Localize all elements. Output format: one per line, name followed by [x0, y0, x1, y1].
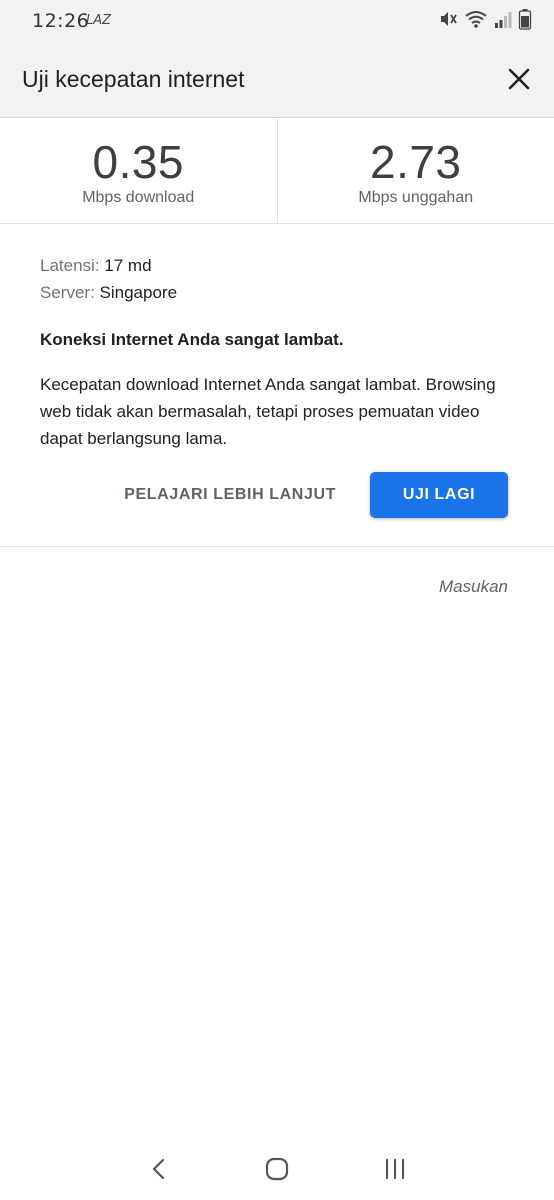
mute-icon: [438, 9, 458, 34]
page-title: Uji kecepatan internet: [22, 66, 245, 92]
system-nav-bar: [0, 1138, 554, 1200]
speed-results: 0.35 Mbps download 2.73 Mbps unggahan: [0, 119, 554, 224]
upload-speed-value: 2.73: [369, 136, 462, 188]
learn-more-button[interactable]: PELAJARI LEBIH LANJUT: [124, 486, 336, 504]
status-time: 12:26: [32, 10, 90, 32]
signal-icon: [494, 9, 512, 34]
back-icon: [152, 1158, 165, 1180]
download-speed-unit: Mbps download: [82, 189, 195, 206]
speed-verdict: Koneksi Internet Anda sangat lambat.: [40, 330, 344, 349]
close-icon: [508, 68, 530, 90]
latency-value: 17 md: [104, 256, 152, 275]
download-result: 0.35 Mbps download: [0, 119, 277, 223]
battery-icon: [518, 8, 532, 35]
feedback-link[interactable]: Masukan: [439, 577, 508, 597]
close-button[interactable]: [504, 64, 534, 94]
status-bar: 12:26 LAZ: [0, 0, 554, 42]
back-button[interactable]: [129, 1144, 189, 1194]
status-icons: [438, 8, 532, 35]
home-icon: [265, 1157, 289, 1181]
app-header: Uji kecepatan internet: [0, 42, 554, 118]
home-button[interactable]: [247, 1144, 307, 1194]
speed-description: Kecepatan download Internet Anda sangat …: [40, 375, 496, 448]
wifi-icon: [464, 9, 488, 34]
server-label: Server:: [40, 283, 95, 302]
recents-icon: [385, 1158, 405, 1180]
download-speed-value: 0.35: [92, 136, 185, 188]
upload-speed-unit: Mbps unggahan: [358, 189, 474, 206]
server-value: Singapore: [99, 283, 178, 302]
upload-result: 2.73 Mbps unggahan: [276, 119, 554, 223]
retest-button[interactable]: UJI LAGI: [370, 472, 508, 518]
section-divider: [0, 546, 554, 547]
result-details: Latensi: 17 md Server: Singapore Koneksi…: [0, 224, 554, 452]
latency-label: Latensi:: [40, 256, 100, 275]
status-app-indicator: LAZ: [86, 13, 112, 28]
latency-row: Latensi: 17 md: [40, 252, 514, 279]
recents-button[interactable]: [365, 1144, 425, 1194]
action-buttons: PELAJARI LEBIH LANJUT UJI LAGI: [124, 472, 508, 518]
server-row: Server: Singapore: [40, 279, 514, 306]
